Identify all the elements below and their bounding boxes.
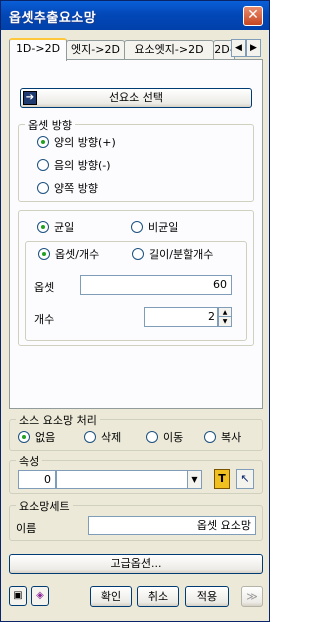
tab-strip: 1D->2D 엣지->2D 요소엣지->2D 2D- ◀ ▶: [9, 38, 261, 61]
radio-uniform[interactable]: 균일: [37, 221, 74, 235]
close-button[interactable]: ✕: [243, 6, 263, 26]
radio-unselected-icon: [131, 221, 143, 233]
dropdown-arrow-icon[interactable]: ▼: [187, 471, 201, 488]
radio-selected-icon: [37, 221, 49, 233]
tab-edge-2d[interactable]: 엣지->2D: [66, 40, 125, 60]
select-arrow-icon: ➔: [23, 91, 37, 105]
title-bar: 옵셋추출요소망 ✕: [1, 1, 269, 30]
attribute-title: 속성: [16, 453, 43, 469]
radio-label: 비균일: [148, 221, 179, 234]
apply-button[interactable]: 적용: [185, 586, 229, 607]
radio-negative-direction[interactable]: 음의 방향(-): [37, 159, 111, 173]
mesh-set-group: 요소망세트 이름 옵셋 요소망: [9, 498, 263, 541]
attribute-number-input[interactable]: 0: [18, 470, 56, 489]
radio-selected-icon: [38, 248, 50, 260]
radio-offset-count[interactable]: 옵셋/개수: [38, 248, 99, 262]
offset-input[interactable]: 60: [80, 275, 232, 295]
expand-button[interactable]: ≫: [241, 586, 263, 607]
radio-non-uniform[interactable]: 비균일: [131, 221, 178, 235]
radio-none[interactable]: 없음: [18, 431, 55, 445]
close-icon: ✕: [247, 7, 259, 23]
eraser-icon[interactable]: ◈: [31, 586, 49, 606]
mode-subgroup: 옵셋/개수 길이/분할개수 옵셋 60 개수 2 ▲ ▼: [25, 241, 247, 341]
count-label: 개수: [34, 313, 55, 326]
radio-label: 양쪽 방향: [54, 182, 98, 195]
radio-label: 음의 방향(-): [54, 159, 111, 172]
radio-both-directions[interactable]: 양쪽 방향: [37, 182, 98, 196]
radio-unselected-icon: [204, 431, 216, 443]
radio-label: 양의 방향(+): [54, 136, 116, 149]
radio-label: 삭제: [101, 431, 122, 444]
tab-1d-2d[interactable]: 1D->2D: [9, 38, 67, 61]
radio-label: 균일: [54, 221, 75, 234]
radio-copy[interactable]: 복사: [204, 431, 241, 445]
radio-move[interactable]: 이동: [146, 431, 183, 445]
attribute-group: 속성 0 ▼ T ↖: [9, 453, 263, 494]
tab-scroll-left-icon[interactable]: ◀: [231, 39, 246, 57]
offset-direction-title: 옵셋 방향: [25, 117, 75, 133]
select-line-elements-button[interactable]: ➔ 선요소 선택: [20, 88, 252, 108]
radio-length-division[interactable]: 길이/분할개수: [132, 248, 213, 262]
radio-label: 이동: [163, 431, 184, 444]
pick-pointer-icon[interactable]: ↖: [236, 469, 254, 489]
spin-up-icon[interactable]: ▲: [219, 308, 231, 317]
ok-button[interactable]: 확인: [90, 586, 132, 607]
radio-unselected-icon: [132, 248, 144, 260]
count-stepper[interactable]: 2: [144, 307, 218, 327]
tab-scroll-arrows: ◀ ▶: [231, 39, 261, 57]
offset-label: 옵셋: [34, 281, 55, 294]
radio-positive-direction[interactable]: 양의 방향(+): [37, 136, 116, 150]
attribute-select[interactable]: ▼: [56, 470, 202, 489]
radio-unselected-icon: [146, 431, 158, 443]
advanced-options-button[interactable]: 고급옵션...: [9, 554, 263, 574]
mesh-set-title: 요소망세트: [16, 498, 73, 514]
radio-label: 복사: [221, 431, 242, 444]
radio-unselected-icon: [84, 431, 96, 443]
radio-unselected-icon: [37, 159, 49, 171]
radio-unselected-icon: [37, 182, 49, 194]
tab-scroll-right-icon[interactable]: ▶: [246, 39, 261, 57]
count-spin-buttons[interactable]: ▲ ▼: [218, 307, 232, 327]
cancel-button[interactable]: 취소: [137, 586, 179, 607]
radio-selected-icon: [18, 431, 30, 443]
radio-label: 길이/분할개수: [149, 248, 214, 261]
radio-label: 없음: [35, 431, 56, 444]
attribute-type-icon[interactable]: T: [214, 469, 230, 489]
tab-panel: ➔ 선요소 선택 옵셋 방향 양의 방향(+) 음의 방향(-) 양쪽 방향 균…: [9, 59, 263, 409]
dialog-window: 옵셋추출요소망 ✕ 1D->2D 엣지->2D 요소엣지->2D 2D- ◀ ▶…: [0, 0, 270, 622]
tab-element-edge-2d[interactable]: 요소엣지->2D: [124, 40, 214, 60]
spin-down-icon[interactable]: ▼: [219, 317, 231, 326]
radio-label: 옵셋/개수: [55, 248, 100, 261]
source-mesh-title: 소스 요소망 처리: [16, 412, 100, 428]
radio-delete[interactable]: 삭제: [84, 431, 121, 445]
select-button-label: 선요소 선택: [108, 91, 164, 104]
preview-icon[interactable]: ▣: [9, 586, 27, 606]
window-title: 옵셋추출요소망: [9, 11, 97, 26]
uniformity-group: 균일 비균일 옵셋/개수 길이/분할개수 옵셋 60 개수 2 ▲ ▼: [18, 210, 254, 346]
mesh-name-input[interactable]: 옵셋 요소망: [88, 516, 256, 535]
source-mesh-group: 소스 요소망 처리 없음 삭제 이동 복사: [9, 412, 263, 451]
mesh-name-label: 이름: [16, 522, 37, 535]
radio-selected-icon: [37, 136, 49, 148]
offset-direction-group: 옵셋 방향 양의 방향(+) 음의 방향(-) 양쪽 방향: [18, 117, 254, 202]
